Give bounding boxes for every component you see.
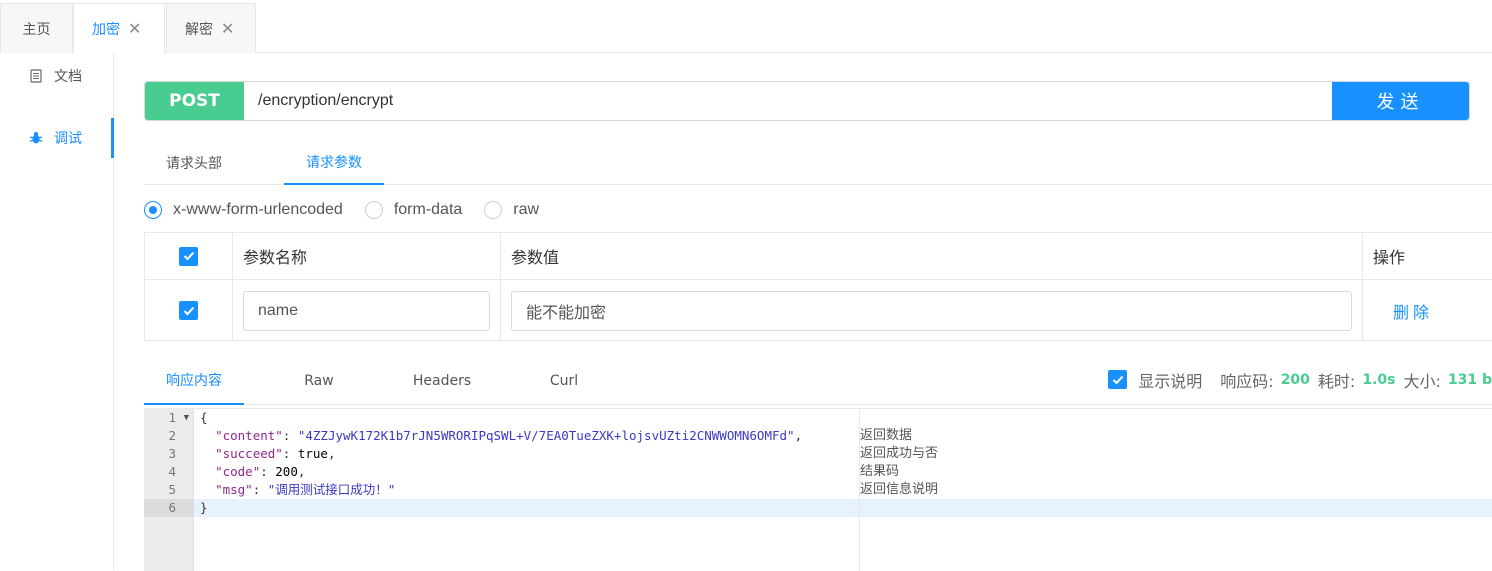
json-bool: true xyxy=(297,446,328,461)
row-select-cell xyxy=(145,280,233,341)
tab-response-headers[interactable]: Headers xyxy=(392,356,492,405)
field-description: 返回信息说明 xyxy=(860,482,939,497)
show-desc-checkbox[interactable] xyxy=(1108,370,1128,389)
radio-label: x-www-form-urlencoded xyxy=(173,201,343,218)
response-time-label: 耗时: xyxy=(1317,371,1356,391)
response-info: 显示说明 响应码: 200 耗时: 1.0s 大小: 131 b xyxy=(1108,356,1492,403)
json-key: "content" xyxy=(215,428,283,443)
sidebar-item-label: 文档 xyxy=(54,69,82,85)
response-size-value: 131 b xyxy=(1447,371,1492,388)
column-header-action: 操作 xyxy=(1373,248,1406,267)
field-description: 结果码 xyxy=(860,464,900,479)
param-value-cell xyxy=(501,280,1363,341)
tab-request-headers[interactable]: 请求头部 xyxy=(144,140,244,185)
response-editor[interactable]: 1 ▼ 2 3 4 5 6 { "content": "4ZZJywK172K1… xyxy=(144,408,1492,571)
select-all-cell xyxy=(145,233,233,279)
sidebar-item-debug[interactable]: 调试 xyxy=(0,118,114,158)
radio-raw[interactable]: raw xyxy=(484,201,539,219)
radio-dot xyxy=(144,201,162,219)
json-key: "msg" xyxy=(215,482,253,497)
radio-label: raw xyxy=(513,201,540,218)
code-line: } xyxy=(200,500,208,515)
code-line: "code": 200, xyxy=(215,464,306,479)
fold-arrow-icon[interactable]: ▼ xyxy=(184,413,189,423)
column-header-name: 参数名称 xyxy=(233,233,501,279)
radio-dot xyxy=(484,201,503,219)
document-icon xyxy=(28,69,44,83)
json-string: "4ZZJywK172K1b7rJN5WRORIPqSWL+V/7EA0TueZ… xyxy=(297,428,795,443)
radio-dot xyxy=(364,201,383,219)
tab-request-params[interactable]: 请求参数 xyxy=(284,140,384,185)
send-button[interactable]: 发送 xyxy=(1332,82,1469,120)
line-gutter: 1 ▼ 2 3 4 5 6 xyxy=(144,409,194,571)
line-number: 2 xyxy=(168,428,176,443)
row-checkbox[interactable] xyxy=(179,301,198,320)
response-code-value: 200 xyxy=(1280,371,1310,388)
table-header-row: 参数名称 参数值 操作 xyxy=(145,233,1492,280)
current-line-highlight xyxy=(194,499,1492,517)
line-number: 5 xyxy=(168,482,176,497)
json-key: "succeed" xyxy=(215,446,283,461)
json-string: "调用测试接口成功！" xyxy=(267,482,396,497)
select-all-checkbox[interactable] xyxy=(179,246,198,266)
line-number: 4 xyxy=(168,464,176,479)
code-line: "msg": "调用测试接口成功！" xyxy=(215,482,396,497)
line-number: 6 xyxy=(144,499,194,517)
close-icon[interactable]: ✕ xyxy=(221,20,234,37)
radio-urlencoded[interactable]: x-www-form-urlencoded xyxy=(144,201,343,219)
param-name-cell xyxy=(233,280,501,341)
method-badge[interactable]: POST xyxy=(145,82,244,120)
code-line: { xyxy=(200,410,208,425)
json-key: "code" xyxy=(215,464,261,479)
tab-encrypt[interactable]: 加密 ✕ xyxy=(73,3,165,54)
param-action-cell: 删除 xyxy=(1363,280,1492,341)
params-table: 参数名称 参数值 操作 删除 xyxy=(144,232,1492,341)
response-tabs: 响应内容 Raw Headers Curl 显示说明 响应码: 200 耗时: … xyxy=(144,356,1492,405)
sidebar-item-label: 调试 xyxy=(54,131,82,147)
response-code-label: 响应码: xyxy=(1220,371,1274,391)
tab-response-content[interactable]: 响应内容 xyxy=(144,356,244,405)
close-icon[interactable]: ✕ xyxy=(128,21,141,37)
response-size-label: 大小: xyxy=(1403,371,1441,391)
tab-bar: 主页 加密 ✕ 解密 ✕ xyxy=(0,0,1492,54)
code-line: "succeed": true, xyxy=(215,446,336,461)
body-type-radios: x-www-form-urlencoded form-data raw xyxy=(144,197,561,223)
sidebar-item-docs[interactable]: 文档 xyxy=(0,56,114,96)
code-line: "content": "4ZZJywK172K1b7rJN5WRORIPqSWL… xyxy=(215,428,803,443)
table-row: 删除 xyxy=(145,280,1492,341)
column-header-value: 参数值 xyxy=(501,233,1363,279)
radio-label: form-data xyxy=(393,201,463,218)
tab-home[interactable]: 主页 xyxy=(0,3,73,53)
show-desc-label[interactable]: 显示说明 xyxy=(1138,368,1202,392)
request-tabs: 请求头部 请求参数 xyxy=(144,140,1492,185)
param-value-input[interactable] xyxy=(511,290,1352,331)
tab-label: 主页 xyxy=(22,21,51,38)
tab-decrypt[interactable]: 解密 ✕ xyxy=(166,3,256,53)
json-number: 200 xyxy=(275,464,298,479)
response-time-value: 1.0s xyxy=(1362,371,1396,388)
field-description: 返回成功与否 xyxy=(860,446,939,461)
url-input[interactable] xyxy=(244,82,1332,120)
request-bar: POST 发送 xyxy=(144,81,1470,121)
field-description: 返回数据 xyxy=(860,428,913,443)
tab-response-curl[interactable]: Curl xyxy=(514,356,614,405)
param-name-input[interactable] xyxy=(243,290,490,331)
line-number: 3 xyxy=(168,446,176,461)
tab-label: 解密 xyxy=(185,21,213,38)
bug-icon xyxy=(28,131,44,145)
sidebar: 文档 调试 xyxy=(0,53,114,570)
delete-button[interactable]: 删除 xyxy=(1393,299,1433,323)
tab-label: 加密 xyxy=(92,22,120,38)
radio-form-data[interactable]: form-data xyxy=(364,201,463,219)
tab-response-raw[interactable]: Raw xyxy=(269,356,369,405)
